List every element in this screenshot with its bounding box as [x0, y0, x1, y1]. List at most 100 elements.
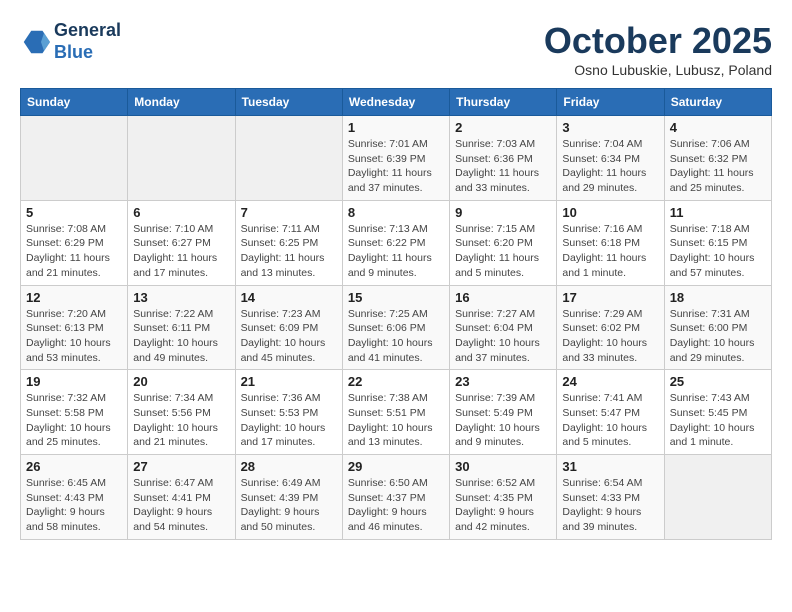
day-number: 22: [348, 374, 444, 389]
calendar-cell: 11 Sunrise: 7:18 AM Sunset: 6:15 PM Dayli…: [664, 200, 771, 285]
calendar-cell: 25Sunrise: 7:43 AM Sunset: 5:45 PM Dayli…: [664, 370, 771, 455]
calendar-week-1: 1 Sunrise: 7:01 AM Sunset: 6:39 PM Daylig…: [21, 116, 772, 201]
calendar-cell: 16 Sunrise: 7:27 AM Sunset: 6:04 PM Dayli…: [450, 285, 557, 370]
day-number: 23: [455, 374, 551, 389]
calendar-cell: 5 Sunrise: 7:08 AM Sunset: 6:29 PM Daylig…: [21, 200, 128, 285]
day-info: Sunrise: 7:13 AM Sunset: 6:22 PM Dayligh…: [348, 222, 444, 281]
calendar-cell: 3 Sunrise: 7:04 AM Sunset: 6:34 PM Daylig…: [557, 116, 664, 201]
calendar-cell: 4Sunrise: 7:06 AM Sunset: 6:32 PM Daylig…: [664, 116, 771, 201]
day-number: 3: [562, 120, 658, 135]
calendar-cell: 10 Sunrise: 7:16 AM Sunset: 6:18 PM Dayli…: [557, 200, 664, 285]
calendar-table: SundayMondayTuesdayWednesdayThursdayFrid…: [20, 88, 772, 540]
day-number: 10: [562, 205, 658, 220]
day-info: Sunrise: 7:04 AM Sunset: 6:34 PM Dayligh…: [562, 137, 658, 196]
day-number: 19: [26, 374, 122, 389]
logo-line2: Blue: [54, 42, 121, 64]
header-thursday: Thursday: [450, 89, 557, 116]
calendar-cell: 28 Sunrise: 6:49 AM Sunset: 4:39 PM Dayli…: [235, 455, 342, 540]
day-info: Sunrise: 7:25 AM Sunset: 6:06 PM Dayligh…: [348, 307, 444, 366]
calendar-cell: 19 Sunrise: 7:32 AM Sunset: 5:58 PM Dayli…: [21, 370, 128, 455]
calendar-cell: 8 Sunrise: 7:13 AM Sunset: 6:22 PM Daylig…: [342, 200, 449, 285]
month-title: October 2025: [544, 20, 772, 62]
logo: General Blue: [20, 20, 121, 63]
day-number: 14: [241, 290, 337, 305]
day-info: Sunrise: 6:54 AM Sunset: 4:33 PM Dayligh…: [562, 476, 658, 535]
calendar-cell: [21, 116, 128, 201]
day-info: Sunrise: 7:01 AM Sunset: 6:39 PM Dayligh…: [348, 137, 444, 196]
day-info: Sunrise: 7:20 AM Sunset: 6:13 PM Dayligh…: [26, 307, 122, 366]
day-info: Sunrise: 7:38 AM Sunset: 5:51 PM Dayligh…: [348, 391, 444, 450]
day-info: Sunrise: 7:23 AM Sunset: 6:09 PM Dayligh…: [241, 307, 337, 366]
calendar-week-4: 19 Sunrise: 7:32 AM Sunset: 5:58 PM Dayli…: [21, 370, 772, 455]
day-number: 24: [562, 374, 658, 389]
day-number: 30: [455, 459, 551, 474]
calendar-cell: 22 Sunrise: 7:38 AM Sunset: 5:51 PM Dayli…: [342, 370, 449, 455]
day-info: Sunrise: 7:18 AM Sunset: 6:15 PM Dayligh…: [670, 222, 766, 281]
day-number: 9: [455, 205, 551, 220]
calendar-cell: 24 Sunrise: 7:41 AM Sunset: 5:47 PM Dayli…: [557, 370, 664, 455]
day-info: Sunrise: 7:10 AM Sunset: 6:27 PM Dayligh…: [133, 222, 229, 281]
header-friday: Friday: [557, 89, 664, 116]
day-info: Sunrise: 7:03 AM Sunset: 6:36 PM Dayligh…: [455, 137, 551, 196]
day-info: Sunrise: 7:15 AM Sunset: 6:20 PM Dayligh…: [455, 222, 551, 281]
calendar-cell: 27 Sunrise: 6:47 AM Sunset: 4:41 PM Dayli…: [128, 455, 235, 540]
calendar-cell: 17 Sunrise: 7:29 AM Sunset: 6:02 PM Dayli…: [557, 285, 664, 370]
calendar-cell: 6 Sunrise: 7:10 AM Sunset: 6:27 PM Daylig…: [128, 200, 235, 285]
day-info: Sunrise: 6:47 AM Sunset: 4:41 PM Dayligh…: [133, 476, 229, 535]
calendar-cell: 31Sunrise: 6:54 AM Sunset: 4:33 PM Dayli…: [557, 455, 664, 540]
day-number: 1: [348, 120, 444, 135]
day-number: 27: [133, 459, 229, 474]
day-number: 16: [455, 290, 551, 305]
calendar-cell: 29Sunrise: 6:50 AM Sunset: 4:37 PM Dayli…: [342, 455, 449, 540]
header-sunday: Sunday: [21, 89, 128, 116]
day-info: Sunrise: 7:22 AM Sunset: 6:11 PM Dayligh…: [133, 307, 229, 366]
title-block: October 2025 Osno Lubuskie, Lubusz, Pola…: [544, 20, 772, 78]
calendar-cell: 7 Sunrise: 7:11 AM Sunset: 6:25 PM Daylig…: [235, 200, 342, 285]
day-info: Sunrise: 7:29 AM Sunset: 6:02 PM Dayligh…: [562, 307, 658, 366]
header-wednesday: Wednesday: [342, 89, 449, 116]
day-number: 21: [241, 374, 337, 389]
day-number: 6: [133, 205, 229, 220]
header-monday: Monday: [128, 89, 235, 116]
day-info: Sunrise: 7:34 AM Sunset: 5:56 PM Dayligh…: [133, 391, 229, 450]
day-info: Sunrise: 7:16 AM Sunset: 6:18 PM Dayligh…: [562, 222, 658, 281]
logo-icon: [20, 27, 50, 57]
day-info: Sunrise: 7:27 AM Sunset: 6:04 PM Dayligh…: [455, 307, 551, 366]
day-info: Sunrise: 7:41 AM Sunset: 5:47 PM Dayligh…: [562, 391, 658, 450]
calendar-cell: 26 Sunrise: 6:45 AM Sunset: 4:43 PM Dayli…: [21, 455, 128, 540]
day-info: Sunrise: 7:11 AM Sunset: 6:25 PM Dayligh…: [241, 222, 337, 281]
day-info: Sunrise: 6:45 AM Sunset: 4:43 PM Dayligh…: [26, 476, 122, 535]
day-info: Sunrise: 7:08 AM Sunset: 6:29 PM Dayligh…: [26, 222, 122, 281]
day-number: 2: [455, 120, 551, 135]
day-number: 13: [133, 290, 229, 305]
calendar-cell: 30Sunrise: 6:52 AM Sunset: 4:35 PM Dayli…: [450, 455, 557, 540]
calendar-cell: [128, 116, 235, 201]
calendar-cell: [235, 116, 342, 201]
calendar-cell: 21Sunrise: 7:36 AM Sunset: 5:53 PM Dayli…: [235, 370, 342, 455]
day-number: 5: [26, 205, 122, 220]
calendar-cell: 18 Sunrise: 7:31 AM Sunset: 6:00 PM Dayli…: [664, 285, 771, 370]
day-number: 8: [348, 205, 444, 220]
calendar-cell: 9 Sunrise: 7:15 AM Sunset: 6:20 PM Daylig…: [450, 200, 557, 285]
day-number: 12: [26, 290, 122, 305]
calendar-cell: [664, 455, 771, 540]
page-header: General Blue October 2025 Osno Lubuskie,…: [20, 20, 772, 78]
day-number: 28: [241, 459, 337, 474]
day-number: 25: [670, 374, 766, 389]
day-number: 4: [670, 120, 766, 135]
calendar-cell: 14 Sunrise: 7:23 AM Sunset: 6:09 PM Dayli…: [235, 285, 342, 370]
header-saturday: Saturday: [664, 89, 771, 116]
day-info: Sunrise: 6:49 AM Sunset: 4:39 PM Dayligh…: [241, 476, 337, 535]
day-info: Sunrise: 7:32 AM Sunset: 5:58 PM Dayligh…: [26, 391, 122, 450]
calendar-cell: 13 Sunrise: 7:22 AM Sunset: 6:11 PM Dayli…: [128, 285, 235, 370]
day-number: 17: [562, 290, 658, 305]
day-number: 18: [670, 290, 766, 305]
day-number: 26: [26, 459, 122, 474]
day-info: Sunrise: 7:31 AM Sunset: 6:00 PM Dayligh…: [670, 307, 766, 366]
day-info: Sunrise: 6:50 AM Sunset: 4:37 PM Dayligh…: [348, 476, 444, 535]
day-number: 7: [241, 205, 337, 220]
calendar-header-row: SundayMondayTuesdayWednesdayThursdayFrid…: [21, 89, 772, 116]
day-number: 11: [670, 205, 766, 220]
calendar-week-3: 12 Sunrise: 7:20 AM Sunset: 6:13 PM Dayli…: [21, 285, 772, 370]
calendar-cell: 20Sunrise: 7:34 AM Sunset: 5:56 PM Dayli…: [128, 370, 235, 455]
